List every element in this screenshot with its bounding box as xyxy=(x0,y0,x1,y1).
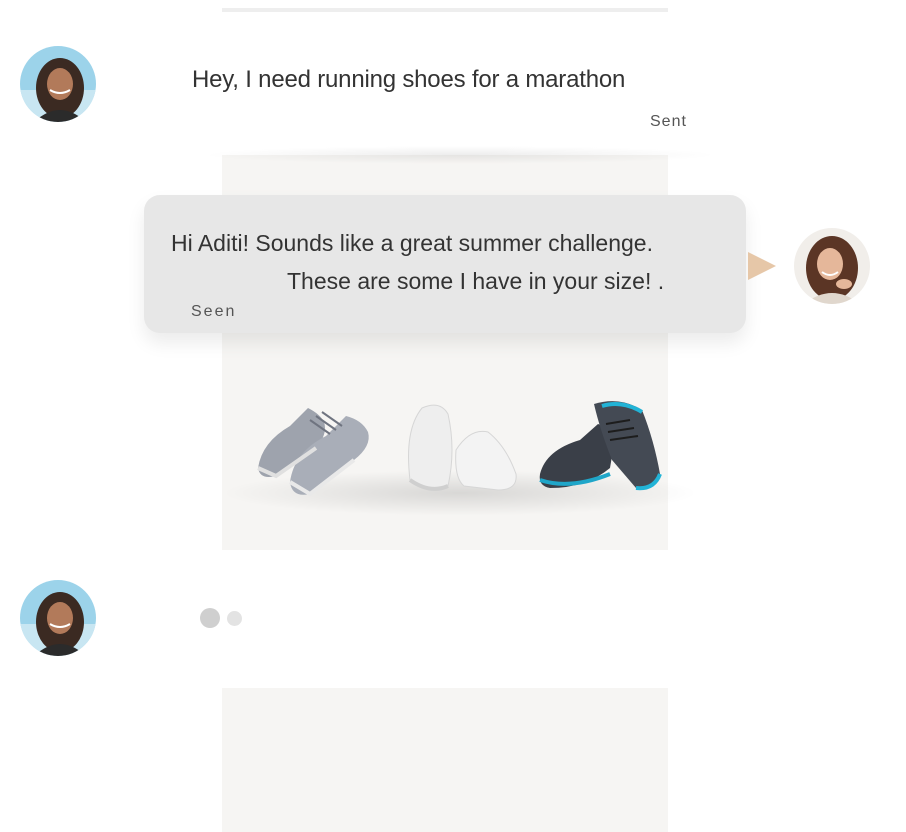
typing-dot-icon xyxy=(227,611,242,626)
user-avatar[interactable] xyxy=(20,46,96,122)
user-avatar-photo xyxy=(20,46,96,122)
typing-dot-icon xyxy=(200,608,220,628)
user-message-text: Hey, I need running shoes for a marathon xyxy=(192,66,626,93)
bubble-pointer-icon xyxy=(748,252,776,280)
white-sneakers xyxy=(408,404,517,491)
agent-message-bubble: Hi Aditi! Sounds like a great summer cha… xyxy=(144,195,746,333)
top-divider xyxy=(222,8,668,12)
product-shoes-image[interactable] xyxy=(250,390,670,510)
user-avatar-photo xyxy=(20,580,96,656)
seen-status: Seen xyxy=(191,303,237,320)
grey-sneakers xyxy=(257,408,369,497)
message-shadow xyxy=(200,146,720,164)
agent-message-line-2: These are some I have in your size! . xyxy=(287,268,665,294)
agent-message-line-1: Hi Aditi! Sounds like a great summer cha… xyxy=(171,230,653,256)
trail-shoes xyxy=(539,401,662,491)
chat-column-panel-bottom xyxy=(222,688,668,832)
agent-avatar-photo xyxy=(794,228,870,304)
user-avatar-typing[interactable] xyxy=(20,580,96,656)
agent-avatar[interactable] xyxy=(794,228,870,304)
sent-status: Sent xyxy=(650,113,687,130)
